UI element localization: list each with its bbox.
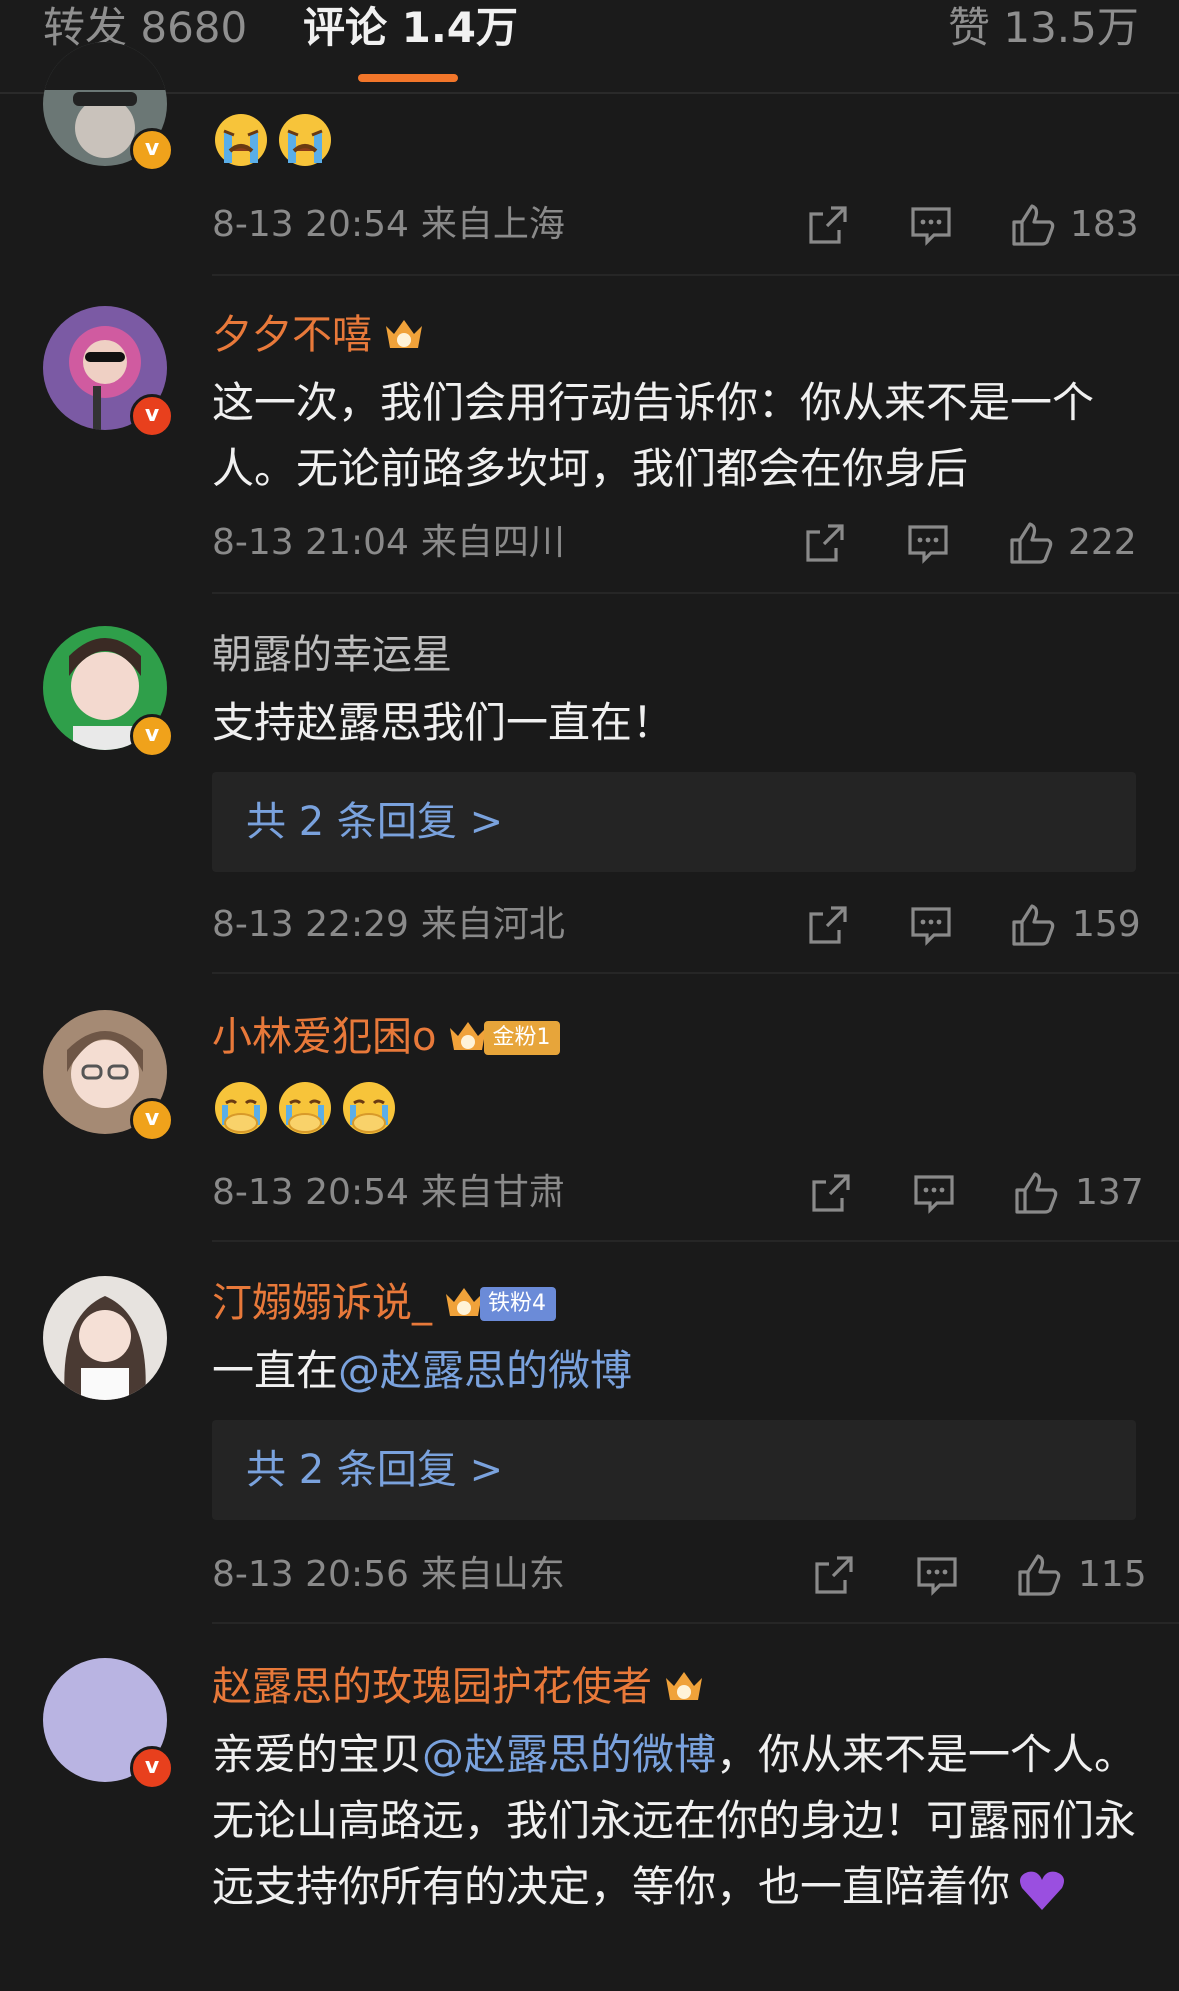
verified-badge-icon: v [130, 394, 174, 438]
username[interactable]: 小林爱犯困o 金粉1 [212, 1012, 561, 1062]
divider [212, 972, 1179, 974]
tab-repost[interactable]: 转发 8680 [43, 2, 247, 54]
comment-time: 8-13 21:04 [212, 522, 409, 563]
divider [212, 1240, 1179, 1242]
replies-link[interactable]: 共 2 条回复 > [212, 772, 1136, 872]
mention-link[interactable]: @赵露思的微博 [422, 1730, 716, 1779]
share-icon[interactable] [811, 1552, 857, 1598]
crying-cover-face-icon [343, 1081, 395, 1134]
share-icon[interactable] [805, 202, 851, 248]
comment-meta: 8-13 22:29 来自河北 [212, 902, 565, 948]
comment-location: 来自四川 [420, 522, 565, 563]
comment-icon[interactable] [905, 520, 951, 566]
comment-text: 这一次，我们会用行动告诉你：你从来不是一个人。无论前路多坎坷，我们都会在你身后 [212, 378, 1095, 493]
tab-comments[interactable]: 评论 1.4万 [303, 2, 518, 54]
like-count: 222 [1068, 522, 1137, 563]
fan-badge: 铁粉4 [480, 1287, 556, 1321]
crying-cover-face-icon [215, 1081, 267, 1134]
comment-time: 8-13 22:29 [212, 904, 409, 945]
share-icon[interactable] [805, 902, 851, 948]
comment-text [212, 104, 1142, 170]
comment-meta: 8-13 20:54 来自上海 [212, 202, 565, 248]
username[interactable]: 赵露思的玫瑰园护花使者 [212, 1662, 706, 1712]
comment-time: 8-13 20:56 [212, 1554, 409, 1595]
verified-badge-icon: v [130, 128, 174, 172]
comment-text [212, 1072, 1142, 1138]
replies-link[interactable]: 共 2 条回复 > [212, 1420, 1136, 1520]
comment-icon[interactable] [908, 902, 954, 948]
crown-icon [666, 1672, 702, 1700]
share-icon[interactable] [808, 1170, 854, 1216]
mention-link[interactable]: @赵露思的微博 [338, 1346, 632, 1395]
thumbs-up-icon[interactable] [1010, 202, 1056, 248]
comment-text: 亲爱的宝贝@赵露思的微博，你从来不是一个人。无论山高路远，我们永远在你的身边！可… [212, 1722, 1142, 1920]
comment-time: 8-13 20:54 [212, 204, 409, 245]
comment-meta: 8-13 20:56 来自山东 [212, 1552, 565, 1598]
thumbs-up-icon[interactable] [1010, 902, 1056, 948]
divider [212, 274, 1179, 276]
comment-location: 来自上海 [420, 204, 565, 245]
verified-badge-icon: v [130, 1098, 174, 1142]
comment-time: 8-13 20:54 [212, 1172, 409, 1213]
comment-meta: 8-13 21:04 来自四川 [212, 520, 565, 566]
username[interactable]: 夕夕不嘻 [212, 310, 426, 360]
like-count: 183 [1070, 204, 1139, 245]
like-count: 137 [1075, 1172, 1144, 1213]
purple-heart-icon [1020, 1871, 1065, 1910]
active-tab-indicator [358, 74, 458, 82]
avatar[interactable] [43, 1276, 167, 1400]
fan-badge: 金粉1 [484, 1021, 561, 1055]
divider [212, 1622, 1179, 1624]
comment-text: 支持赵露思我们一直在！ [212, 698, 675, 747]
username[interactable]: 汀嫋嫋诉说_ 铁粉4 [212, 1278, 556, 1328]
comment-location: 来自山东 [420, 1554, 565, 1595]
crying-face-icon [215, 113, 267, 166]
like-count: 159 [1072, 904, 1141, 945]
comment-icon[interactable] [914, 1552, 960, 1598]
thumbs-up-icon[interactable] [1016, 1552, 1062, 1598]
comment-tabs-bar: 转发 8680 评论 1.4万 赞 13.5万 [0, 0, 1179, 94]
crying-face-icon [279, 113, 331, 166]
crying-cover-face-icon [279, 1081, 331, 1134]
share-icon[interactable] [802, 520, 848, 566]
username[interactable]: 朝露的幸运星 [212, 630, 452, 680]
comment-meta: 8-13 20:54 来自甘肃 [212, 1170, 565, 1216]
comment-text: 一直在@赵露思的微博 [212, 1346, 633, 1395]
comment-location: 来自河北 [420, 904, 565, 945]
comment-location: 来自甘肃 [420, 1172, 565, 1213]
thumbs-up-icon[interactable] [1013, 1170, 1059, 1216]
comment-icon[interactable] [908, 202, 954, 248]
verified-badge-icon: v [130, 1746, 174, 1790]
like-count: 115 [1078, 1554, 1147, 1595]
verified-badge-icon: v [130, 714, 174, 758]
divider [212, 592, 1179, 594]
comment-icon[interactable] [911, 1170, 957, 1216]
crown-icon [386, 320, 422, 348]
tab-likes[interactable]: 赞 13.5万 [948, 2, 1139, 54]
thumbs-up-icon[interactable] [1008, 520, 1054, 566]
